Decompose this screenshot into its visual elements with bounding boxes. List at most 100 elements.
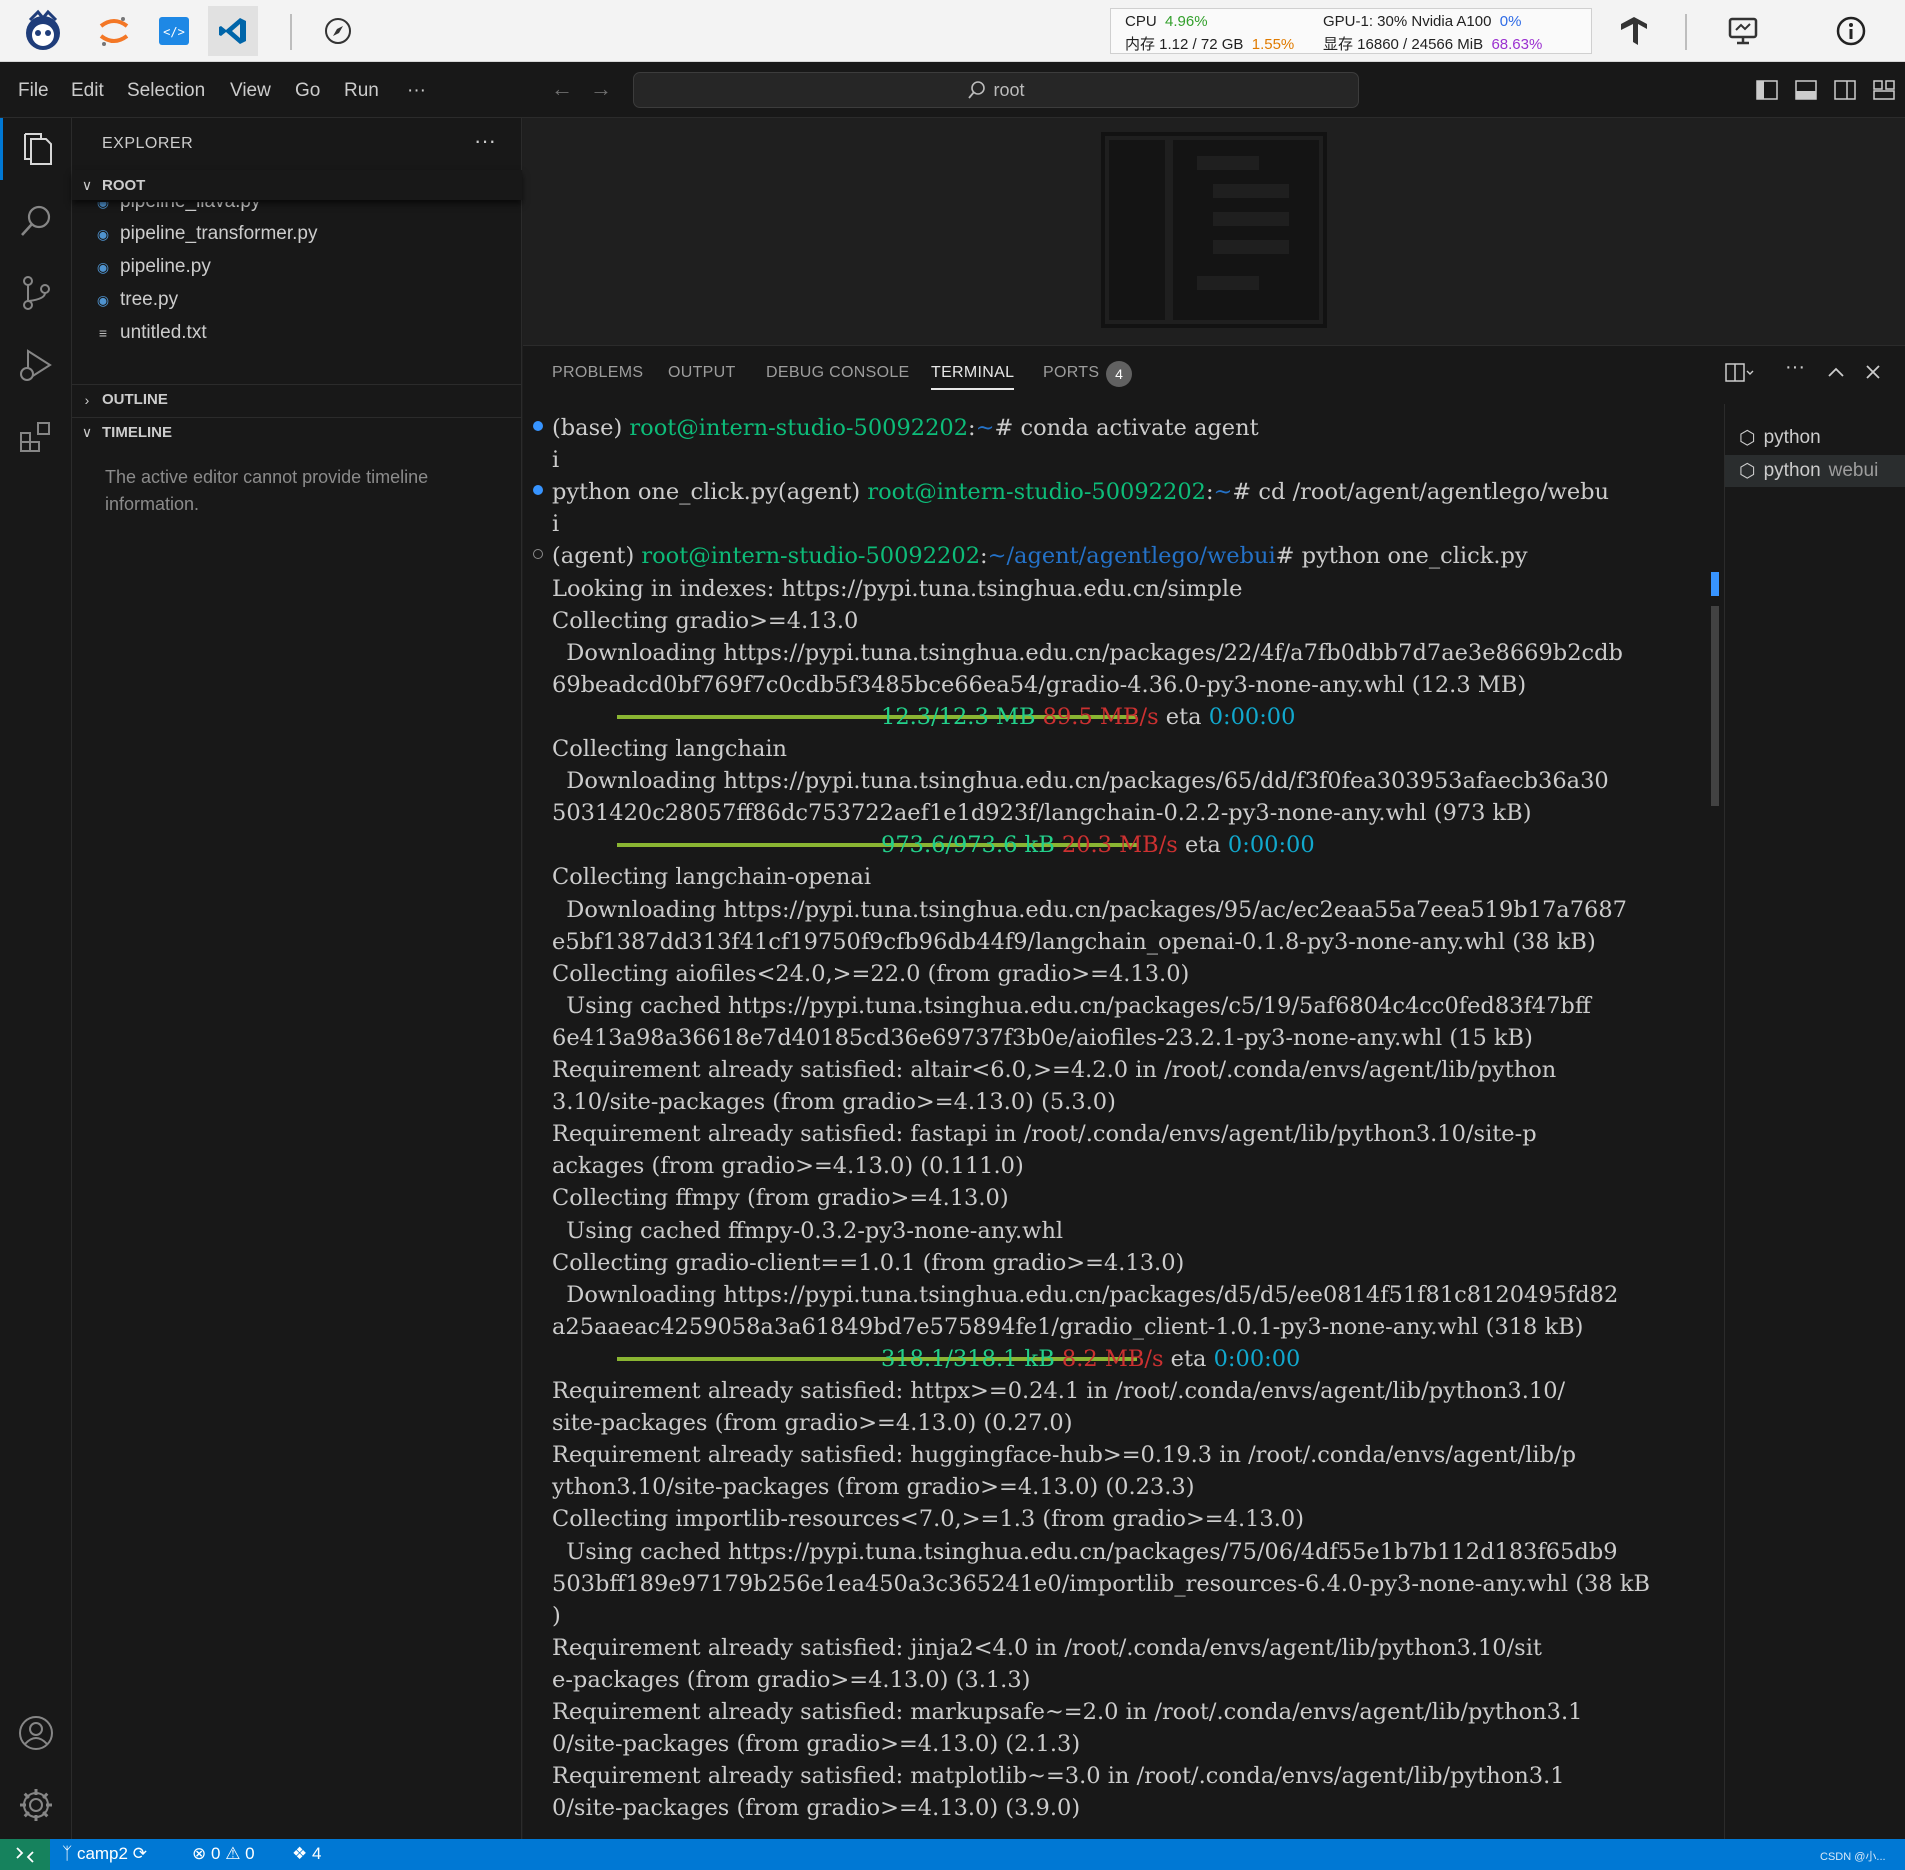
editor-area[interactable]	[523, 118, 1905, 345]
terminal-output[interactable]: (base) root@intern-studio-50092202:~# co…	[523, 404, 1723, 1840]
terminal-text: ~	[1213, 479, 1233, 506]
terminal-text: i	[552, 511, 560, 538]
warning-count: 0	[245, 1844, 255, 1863]
toggle-secondary-sidebar-icon[interactable]	[1834, 80, 1856, 100]
terminal-line: 5031420c28057ff86dc753722aef1e1d923f/lan…	[552, 797, 1532, 829]
close-panel-icon[interactable]	[1865, 364, 1881, 380]
terminal-line: Using cached ffmpy-0.3.2-py3-none-any.wh…	[552, 1215, 1063, 1247]
sync-icon[interactable]: ⟳	[133, 1844, 147, 1863]
explorer-more-actions-button[interactable]: ···	[474, 128, 496, 154]
code-editor-icon[interactable]: </>	[149, 6, 199, 56]
settings-gear-icon[interactable]	[0, 1774, 72, 1836]
accounts-icon[interactable]	[0, 1702, 72, 1764]
problems-status[interactable]: ⊗ 0 ⚠ 0	[192, 1844, 255, 1864]
extensions-icon[interactable]	[0, 406, 72, 468]
terminal-line: Requirement already satisfied: httpx>=0.…	[552, 1375, 1565, 1407]
git-branch-name: camp2	[76, 1844, 128, 1863]
terminal-instance[interactable]: ⬡ python webui	[1725, 455, 1905, 487]
tab-problems[interactable]: PROBLEMS	[552, 364, 643, 382]
outline-section-header[interactable]: › OUTLINE	[72, 384, 522, 414]
menu-view[interactable]: View	[230, 80, 271, 102]
maximize-panel-icon[interactable]	[1827, 366, 1845, 378]
tab-output[interactable]: OUTPUT	[668, 364, 736, 382]
command-decoration-icon[interactable]	[533, 549, 543, 560]
terminal-text: Downloading https://pypi.tuna.tsinghua.e…	[552, 1281, 1619, 1308]
terminal-line: e-packages (from gradio>=4.13.0) (3.1.3)	[552, 1664, 1030, 1696]
menu-file[interactable]: File	[18, 80, 49, 102]
timeline-label: TIMELINE	[102, 424, 172, 441]
menu-selection[interactable]: Selection	[127, 80, 205, 102]
menu-edit[interactable]: Edit	[71, 80, 104, 102]
tensorflow-icon[interactable]	[1609, 6, 1659, 56]
svg-text:</>: </>	[163, 25, 185, 39]
source-control-icon[interactable]	[0, 262, 72, 324]
terminal-text: (base)	[552, 415, 630, 441]
ports-status-count: 4	[311, 1844, 322, 1863]
scrollbar-thumb[interactable]	[1711, 606, 1719, 806]
git-branch-status[interactable]: ᛉ camp2 ⟳	[62, 1844, 147, 1864]
terminal-text: 89.5 MB/s	[1042, 703, 1159, 730]
menu-go[interactable]: Go	[295, 80, 320, 102]
tab-debug-console[interactable]: DEBUG CONSOLE	[766, 364, 910, 382]
file-item[interactable]: ◉ tree.py	[96, 286, 178, 314]
git-branch-icon: ᛉ	[62, 1844, 73, 1863]
intern-studio-logo-icon[interactable]	[18, 6, 68, 56]
terminal-scrollbar[interactable]	[1711, 436, 1719, 1832]
terminal-text: 8.2 MB/s	[1061, 1345, 1164, 1372]
terminal-text: Requirement already satisfied: altair<6.…	[552, 1057, 1557, 1083]
timeline-section-header[interactable]: ∨ TIMELINE	[72, 417, 522, 447]
terminal-instance[interactable]: ⬡ python	[1725, 422, 1905, 454]
terminal-line: ackages (from gradio>=4.13.0) (0.111.0)	[552, 1150, 1024, 1182]
search-icon[interactable]	[0, 190, 72, 252]
terminal-text: 6e413a98a36618e7d40185cd36e69737f3b0e/ai…	[552, 1024, 1533, 1051]
compass-icon[interactable]	[313, 6, 363, 56]
terminal-instance-icon: ⬡	[1739, 427, 1756, 449]
tab-terminal[interactable]: TERMINAL	[931, 364, 1015, 390]
file-item[interactable]: ◉ pipeline.py	[96, 253, 211, 281]
vscode-icon[interactable]	[208, 6, 258, 56]
remote-desktop-icon[interactable]	[1718, 6, 1768, 56]
command-center-search[interactable]: root	[633, 72, 1359, 108]
customize-layout-icon[interactable]	[1873, 80, 1895, 100]
run-debug-icon[interactable]	[0, 334, 72, 396]
tab-ports[interactable]: PORTS	[1043, 364, 1099, 382]
scrollbar-position-marker	[1711, 572, 1719, 596]
ports-status[interactable]: ❖ 4	[292, 1844, 321, 1864]
info-icon[interactable]	[1826, 6, 1876, 56]
root-folder-header[interactable]: ∨ ROOT	[72, 170, 522, 200]
terminal-line: i	[552, 508, 559, 540]
terminal-text: Using cached https://pypi.tuna.tsinghua.…	[552, 992, 1591, 1019]
file-item[interactable]: ◉ pipeline_transformer.py	[96, 220, 318, 248]
terminal-line: Using cached https://pypi.tuna.tsinghua.…	[552, 990, 1591, 1022]
toggle-panel-icon[interactable]	[1795, 80, 1817, 100]
text-file-icon: ≡	[98, 325, 108, 341]
terminal-text: site-packages (from gradio>=4.13.0) (0.2…	[552, 1410, 1073, 1437]
terminal-text: :	[1205, 479, 1214, 506]
command-decoration-icon[interactable]	[533, 421, 543, 431]
panel-more-actions-icon[interactable]: ···	[1785, 356, 1805, 379]
terminal-text: 12.3/12.3 MB	[881, 703, 1036, 730]
file-item[interactable]: ≡ untitled.txt	[96, 319, 207, 347]
split-terminal-icon[interactable]	[1725, 363, 1755, 383]
terminal-text: 0/site-packages (from gradio>=4.13.0) (3…	[552, 1795, 1081, 1822]
menu-run[interactable]: Run	[344, 80, 379, 102]
terminal-instance-icon: ⬡	[1739, 460, 1756, 482]
terminal-text: ython3.10/site-packages (from gradio>=4.…	[552, 1474, 1195, 1501]
chevron-down-icon: ∨	[81, 424, 93, 440]
terminal-text: Collecting aiofiles<24.0,>=22.0 (from gr…	[552, 960, 1190, 987]
terminal-text: )	[552, 1602, 561, 1629]
jupyter-icon[interactable]	[89, 6, 139, 56]
remote-indicator-icon[interactable]	[0, 1839, 50, 1870]
search-text: root	[993, 79, 1025, 100]
command-decoration-icon[interactable]	[533, 485, 543, 496]
ports-count-badge: 4	[1106, 361, 1132, 387]
explorer-icon[interactable]	[0, 118, 72, 180]
terminal-line: Collecting langchain	[552, 733, 787, 765]
timeline-message: The active editor cannot provide timelin…	[105, 467, 429, 514]
terminal-line: 503bff189e97179b256e1ea450a3c365241e0/im…	[552, 1568, 1650, 1600]
forward-arrow-icon[interactable]: →	[590, 76, 612, 102]
toggle-primary-sidebar-icon[interactable]	[1756, 80, 1778, 100]
back-arrow-icon[interactable]: ←	[551, 76, 573, 102]
csdn-watermark: CSDN @小...	[1820, 1851, 1886, 1863]
menu-more[interactable]: ···	[407, 80, 426, 102]
